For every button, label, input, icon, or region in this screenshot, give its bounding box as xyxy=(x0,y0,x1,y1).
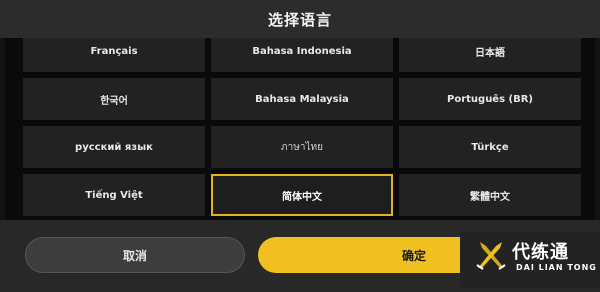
watermark-logo: 代练通 DAI LIAN TONG xyxy=(460,232,600,288)
language-option-vietnamese[interactable]: Tiếng Việt xyxy=(23,174,205,216)
dialog-title-bar: 选择语言 xyxy=(0,0,600,38)
language-option-malay[interactable]: Bahasa Malaysia xyxy=(211,78,393,120)
language-option-portuguese-br[interactable]: Português (BR) xyxy=(399,78,581,120)
dialog-title: 选择语言 xyxy=(267,10,332,29)
confirm-button-label: 确定 xyxy=(401,248,426,263)
watermark-subtitle: DAI LIAN TONG xyxy=(516,263,597,272)
crossed-swords-icon xyxy=(476,242,506,270)
confirm-button[interactable]: 确定 xyxy=(258,237,490,273)
language-option-korean[interactable]: 한국어 xyxy=(23,78,205,120)
language-option-indonesian[interactable]: Bahasa Indonesia xyxy=(211,38,393,72)
language-grid: Français Bahasa Indonesia 日本語 한국어 Bahasa… xyxy=(23,38,581,216)
language-list[interactable]: Français Bahasa Indonesia 日本語 한국어 Bahasa… xyxy=(5,38,595,220)
language-option-japanese[interactable]: 日本語 xyxy=(399,38,581,72)
language-option-traditional-chinese[interactable]: 繁體中文 xyxy=(399,174,581,216)
language-option-russian[interactable]: русский язык xyxy=(23,126,205,168)
language-option-turkish[interactable]: Türkçe xyxy=(399,126,581,168)
language-option-simplified-chinese[interactable]: 简体中文 xyxy=(211,174,393,216)
language-option-french[interactable]: Français xyxy=(23,38,205,72)
cancel-button-label: 取消 xyxy=(122,248,147,263)
cancel-button[interactable]: 取消 xyxy=(25,237,245,273)
language-option-thai[interactable]: ภาษาไทย xyxy=(211,126,393,168)
watermark-name: 代练通 xyxy=(512,242,569,263)
